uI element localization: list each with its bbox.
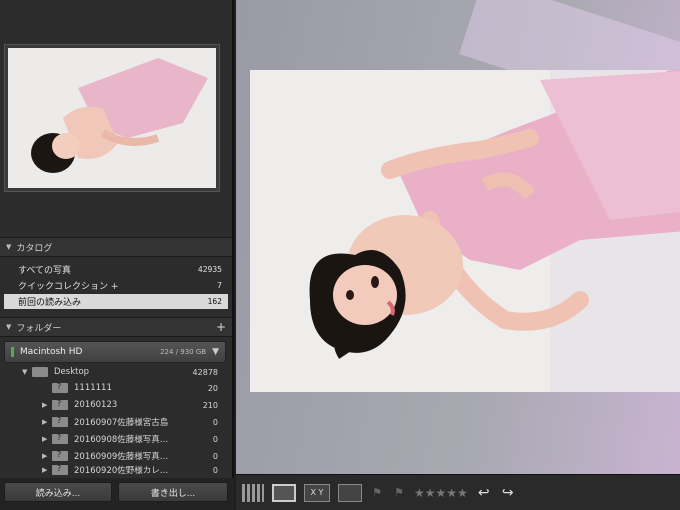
folder-row[interactable]: ▶ 20160907佐藤様宮古島 0 (4, 414, 226, 430)
survey-view-icon[interactable] (338, 483, 362, 502)
folder-row[interactable]: ▶ 20160123 210 (4, 397, 226, 413)
volume-space: 224 / 930 GB (160, 348, 207, 356)
collapse-triangle-icon[interactable]: ▼ (6, 243, 11, 251)
catalog-section-header[interactable]: ▼ カタログ (0, 237, 232, 257)
disclosure-closed-icon[interactable]: ▶ (42, 466, 52, 474)
folder-count: 0 (212, 465, 218, 475)
main-photo[interactable] (250, 70, 680, 392)
catalog-item-count: 42935 (197, 265, 222, 274)
catalog-item-previous-import[interactable]: 前回の読み込み 162 (4, 294, 228, 309)
folder-name: Desktop (54, 367, 90, 377)
folder-count: 20 (207, 383, 218, 393)
folder-count: 210 (202, 400, 218, 410)
folder-count: 0 (212, 417, 218, 427)
navigator-preview[interactable] (8, 48, 216, 188)
folder-name: 20160920佐野様カレ… (74, 466, 169, 476)
folder-name: 20160907佐藤様宮古島 (74, 418, 169, 428)
volume-macintosh-hd[interactable]: Macintosh HD 224 / 930 GB ▼ (4, 341, 226, 363)
catalog-item-all-photos[interactable]: すべての写真 42935 (4, 262, 228, 277)
collapse-triangle-icon[interactable]: ▼ (6, 323, 11, 331)
folder-count: 0 (212, 434, 218, 444)
disclosure-closed-icon[interactable]: ▶ (42, 418, 52, 426)
folder-row[interactable]: ▶ 20160908佐藤様写真… 0 (4, 431, 226, 447)
navigator-photo-thumbnail (8, 48, 216, 188)
folders-section-header[interactable]: ▼ フォルダー + (0, 317, 232, 337)
library-toolbar: X Y ⚑ ⚑ ★★★★★ ↩ ↪ (236, 474, 680, 510)
export-button[interactable]: 書き出し... (118, 482, 228, 502)
navigator-panel[interactable] (4, 44, 220, 192)
rotate-left-icon[interactable]: ↩ (476, 484, 492, 502)
star-rating[interactable]: ★★★★★ (414, 486, 468, 500)
folders-title: フォルダー (16, 323, 62, 334)
catalog-item-count: 162 (207, 297, 222, 306)
add-folder-button[interactable]: + (216, 320, 226, 334)
folder-row[interactable]: ▶ 20160909佐藤様写真… 0 (4, 448, 226, 464)
loupe-view-icon[interactable] (272, 483, 296, 502)
volume-status-indicator (11, 347, 14, 357)
grid-view-icon[interactable] (242, 483, 264, 502)
folder-name: 1111111 (74, 383, 112, 393)
disclosure-closed-icon[interactable]: ▶ (42, 401, 52, 409)
import-button[interactable]: 読み込み... (4, 482, 112, 502)
disclosure-closed-icon[interactable]: ▶ (42, 452, 52, 460)
folder-name: 20160908佐藤様写真… (74, 435, 169, 445)
folder-name: 20160123 (74, 400, 118, 410)
catalog-item-count: 7 (217, 281, 222, 290)
folder-count: 0 (212, 451, 218, 461)
catalog-item-quick-collection[interactable]: クイックコレクション + 7 (4, 278, 228, 293)
left-panel: ▼ カタログ すべての写真 42935 クイックコレクション + 7 前回の読み… (0, 0, 234, 510)
volume-name: Macintosh HD (20, 347, 83, 357)
pick-flag-icon[interactable]: ⚑ (370, 484, 384, 502)
missing-folder-icon (52, 433, 68, 444)
missing-folder-icon (52, 450, 68, 461)
folder-count: 42878 (192, 367, 218, 377)
catalog-item-label: クイックコレクション + (18, 282, 119, 292)
disclosure-open-icon[interactable]: ▼ (22, 368, 32, 376)
catalog-title: カタログ (16, 243, 53, 254)
main-photo-image (250, 70, 680, 392)
catalog-item-label: 前回の読み込み (18, 298, 82, 308)
missing-folder-icon (52, 382, 68, 393)
folder-row-desktop[interactable]: ▼ Desktop 42878 (4, 364, 226, 380)
reject-flag-icon[interactable]: ⚑ (392, 484, 406, 502)
missing-folder-icon (52, 464, 68, 475)
disclosure-closed-icon[interactable]: ▶ (42, 435, 52, 443)
compare-view-button[interactable]: X Y (304, 483, 330, 502)
missing-folder-icon (52, 416, 68, 427)
folder-icon (32, 367, 48, 377)
folder-row[interactable]: ▶ 20160920佐野様カレ… 0 (4, 463, 226, 477)
missing-folder-icon (52, 399, 68, 410)
folder-row[interactable]: 1111111 20 (4, 380, 226, 396)
loupe-view-area[interactable] (236, 0, 680, 510)
import-export-bar: 読み込み... 書き出し... (0, 478, 234, 510)
rotate-right-icon[interactable]: ↪ (500, 484, 516, 502)
volume-menu-triangle-icon[interactable]: ▼ (212, 347, 219, 357)
folder-name: 20160909佐藤様写真… (74, 452, 169, 462)
catalog-item-label: すべての写真 (18, 266, 72, 276)
